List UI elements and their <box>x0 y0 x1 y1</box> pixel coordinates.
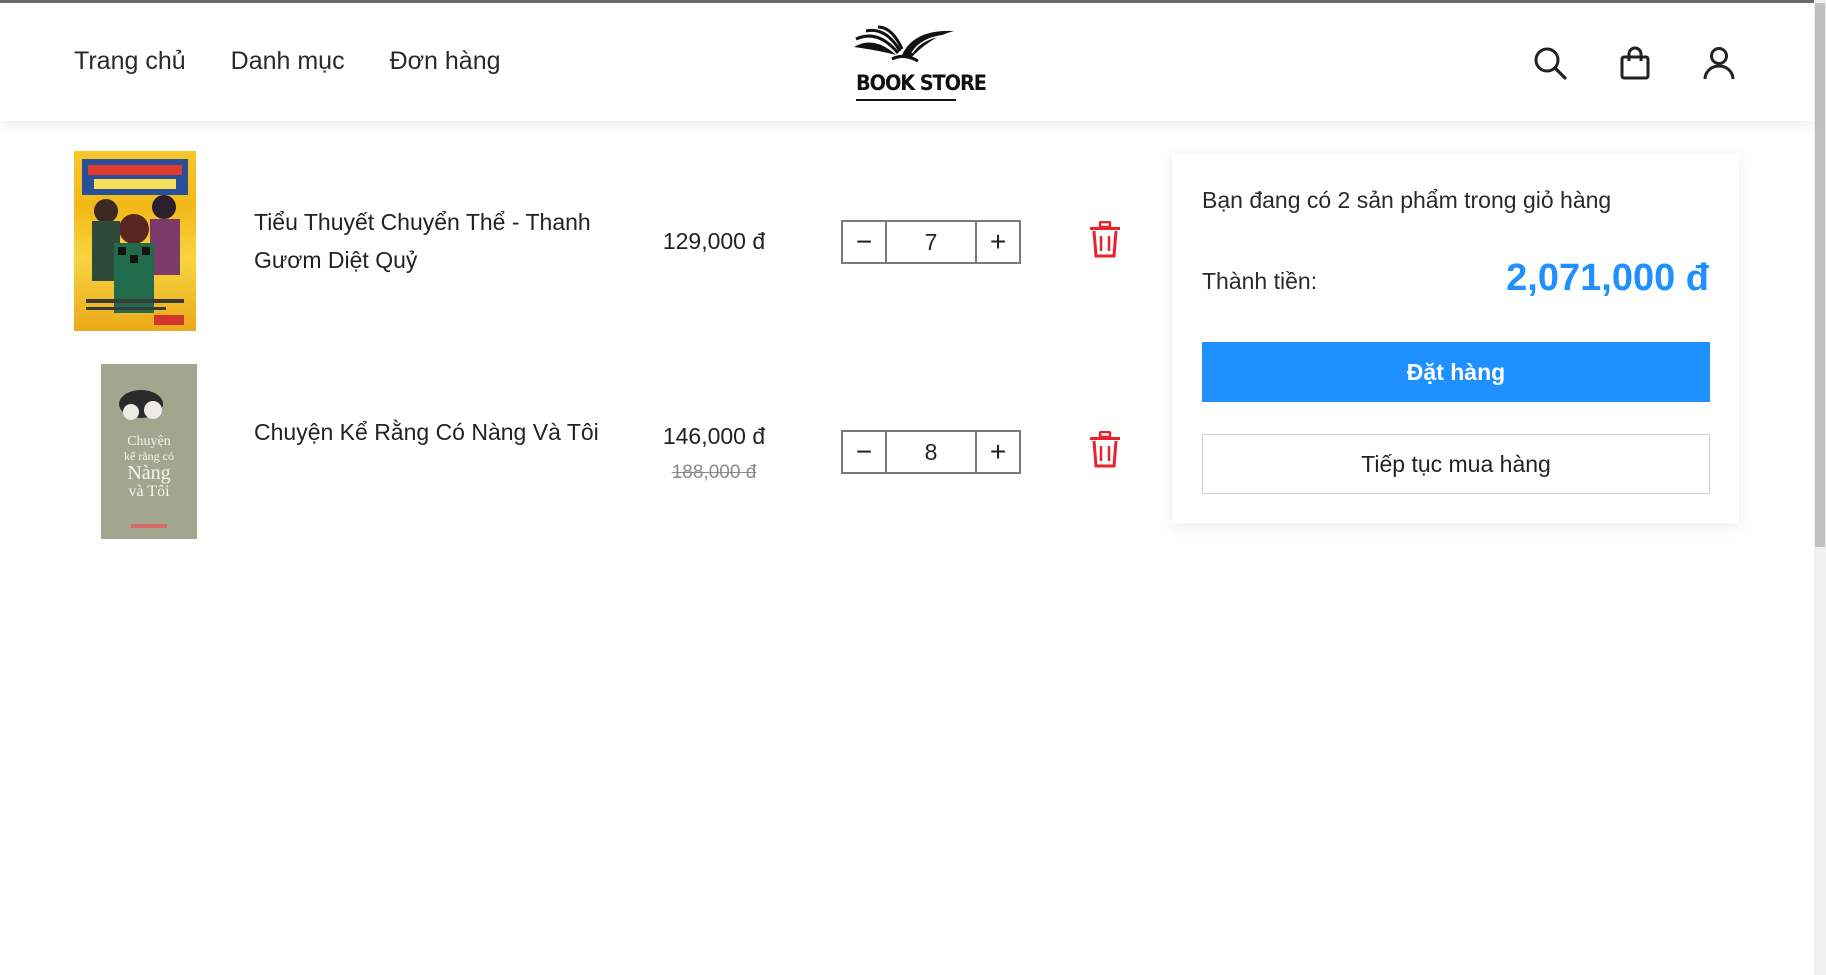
place-order-button[interactable]: Đặt hàng <box>1202 342 1710 402</box>
user-icon[interactable] <box>1701 45 1737 81</box>
search-icon[interactable] <box>1532 45 1568 81</box>
quantity-input[interactable]: 7 <box>885 222 977 262</box>
item-price: 146,000 đ <box>662 423 766 449</box>
book-cover-image[interactable] <box>74 151 196 331</box>
shopping-bag-icon[interactable] <box>1617 45 1653 81</box>
cart-item: Chuyện kể rằng có Nàng và Tôi Chuyện Kể … <box>74 364 1134 544</box>
decrement-button[interactable]: − <box>843 432 885 472</box>
total-label: Thành tiền: <box>1202 268 1318 294</box>
scrollbar-thumb[interactable] <box>1815 3 1825 547</box>
cart-item: Tiểu Thuyết Chuyển Thể - Thanh Gươm Diệt… <box>74 151 1134 331</box>
cover-text: kể rằng có <box>124 449 174 463</box>
increment-button[interactable]: + <box>977 222 1019 262</box>
page-viewport: Trang chủ Danh mục Đơn hàng BOOK STORE T… <box>0 0 1814 975</box>
site-header: Trang chủ Danh mục Đơn hàng BOOK STORE <box>0 3 1814 121</box>
trash-icon[interactable] <box>1088 220 1122 259</box>
item-price: 129,000 đ <box>662 228 766 254</box>
item-original-price: 188,000 đ <box>671 462 757 483</box>
quantity-input[interactable]: 8 <box>885 432 977 472</box>
order-summary-panel: Bạn đang có 2 sản phẩm trong giỏ hàng Th… <box>1172 153 1739 523</box>
item-title[interactable]: Tiểu Thuyết Chuyển Thể - Thanh Gươm Diệt… <box>254 203 624 279</box>
header-actions <box>0 45 1814 85</box>
item-title[interactable]: Chuyện Kể Rằng Có Nàng Và Tôi <box>254 413 624 451</box>
cover-text: và Tôi <box>128 483 170 500</box>
vertical-scrollbar[interactable] <box>1814 0 1826 975</box>
cart-count-text: Bạn đang có 2 sản phẩm trong giỏ hàng <box>1202 187 1612 213</box>
book-cover-image[interactable]: Chuyện kể rằng có Nàng và Tôi <box>101 364 197 539</box>
trash-icon[interactable] <box>1088 430 1122 469</box>
decrement-button[interactable]: − <box>843 222 885 262</box>
increment-button[interactable]: + <box>977 432 1019 472</box>
quantity-stepper: − 8 + <box>841 430 1021 474</box>
cover-text: Chuyện <box>127 434 171 449</box>
continue-shopping-button[interactable]: Tiếp tục mua hàng <box>1202 434 1710 494</box>
quantity-stepper: − 7 + <box>841 220 1021 264</box>
total-value: 2,071,000 đ <box>1506 257 1709 299</box>
logo-underline <box>856 99 956 101</box>
cover-text: Nàng <box>127 462 171 484</box>
